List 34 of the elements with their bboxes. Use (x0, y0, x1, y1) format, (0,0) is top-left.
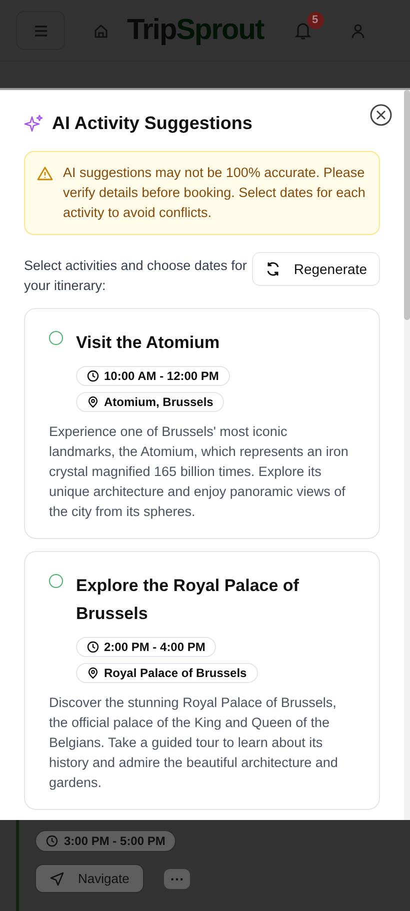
select-radio[interactable] (49, 331, 63, 345)
refresh-icon (264, 261, 281, 277)
time-text: 2:00 PM - 4:00 PM (104, 640, 206, 654)
activity-description: Experience one of Brussels' most iconic landmarks, the Atomium, which represents an iron crystal magnified 165 billion times. Explore its unique architecture and enjoy panoramic views of the city from its spheres. (49, 423, 350, 521)
home-icon[interactable] (93, 22, 109, 38)
close-button[interactable] (370, 104, 392, 126)
user-icon[interactable] (350, 22, 366, 38)
activity-title: Explore the Royal Palace of Brussels (76, 575, 300, 625)
location-pin-icon (87, 396, 99, 408)
location-pin-icon (87, 667, 99, 679)
more-button[interactable]: ··· (164, 868, 190, 888)
modal-title: AI Activity Suggestions (52, 113, 252, 134)
clock-icon (87, 641, 99, 653)
instructions-text: Select activities and choose dates for your itinerary: (24, 257, 248, 295)
location-text: Atomium, Brussels (104, 395, 214, 409)
navigation-arrow-icon (50, 872, 64, 886)
activity-title: Visit the Atomium (76, 332, 220, 354)
select-radio[interactable] (49, 574, 63, 588)
time-text: 10:00 AM - 12:00 PM (104, 369, 219, 383)
menu-button[interactable] (16, 11, 65, 50)
activity-description: Discover the stunning Royal Palace of Brussels, the official palace of the King and Queen of the Belgians. Take a guided tour to learn about its history and admire the beautiful architecture and gardens. (49, 694, 339, 792)
clock-icon (87, 370, 99, 382)
close-icon (370, 104, 392, 126)
location-text: Royal Palace of Brussels (104, 666, 247, 680)
regenerate-button[interactable]: Regenerate (252, 252, 380, 286)
sparkle-icon (24, 114, 44, 134)
time-text: 3:00 PM - 5:00 PM (64, 834, 166, 848)
warning-icon (37, 166, 53, 181)
clock-icon (46, 835, 58, 847)
bell-icon[interactable] (294, 20, 312, 40)
warning-text: AI suggestions may not be 100% accurate. Please verify details before booking. Select dates for each activity to avoid conflicts. (63, 164, 366, 222)
navigate-button[interactable]: Navigate (35, 864, 144, 893)
notification-badge: 5 (306, 12, 324, 28)
menu-icon (34, 24, 48, 36)
